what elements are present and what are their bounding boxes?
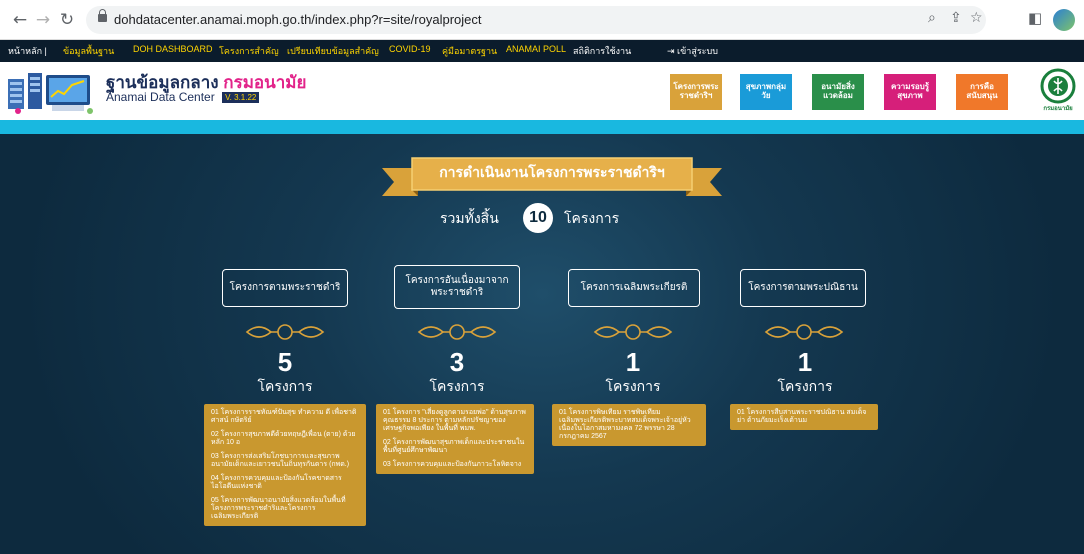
project-item[interactable]: 01 โครงการพิษเทียม ราชพิษเทียม เฉลิมพระเ… xyxy=(559,409,699,441)
header-button-age-health[interactable]: สุขภาพกลุ่มวัย xyxy=(740,74,792,110)
category-count: 1 xyxy=(797,347,813,377)
nav-item-covid19[interactable]: COVID-19 xyxy=(389,44,431,54)
category-title-box[interactable]: โครงการตามพระปณิธาน xyxy=(740,269,866,307)
header-button-royal-projects[interactable]: โครงการพระราชดำริฯ xyxy=(670,74,722,110)
nav-item-basic-data[interactable]: ข้อมูลพื้นฐาน xyxy=(63,44,114,58)
profile-avatar[interactable] xyxy=(1053,9,1075,31)
nav-item-anamai-poll[interactable]: ANAMAI POLL xyxy=(506,44,566,54)
site-header: ฐานข้อมูลกลาง กรมอนามัย Anamai Data Cent… xyxy=(0,62,1084,120)
category-count: 1 xyxy=(625,347,641,377)
address-bar[interactable]: dohdatacenter.anamai.moph.go.th/index.ph… xyxy=(86,6,986,34)
ornament-icon xyxy=(593,324,673,340)
site-subtitle-text: Anamai Data Center xyxy=(106,90,215,104)
site-subtitle: Anamai Data Center V. 3.1.22 xyxy=(106,90,260,104)
ornament-icon xyxy=(764,324,844,340)
category-royal-intention: โครงการตามพระปณิธาน 1 โครงการ 01 โครงการ… xyxy=(720,134,890,554)
category-unit: โครงการ xyxy=(429,378,485,394)
login-link[interactable]: ⇥ เข้าสู่ระบบ xyxy=(667,44,718,58)
url-text[interactable]: dohdatacenter.anamai.moph.go.th/index.ph… xyxy=(114,12,482,27)
nav-item-home[interactable]: หน้าหลัก | xyxy=(8,44,47,58)
category-unit: โครงการ xyxy=(605,378,661,394)
login-icon: ⇥ xyxy=(667,46,678,56)
project-item[interactable]: 01 โครงการสืบสานพระราชปณิธาน สมเด็จย่า ต… xyxy=(737,409,871,425)
project-list-panel: 01 โครงการ "เสี่ยงดูลูกตามรอยพ่อ" ด้านสุ… xyxy=(376,404,534,474)
category-count: 3 xyxy=(449,347,465,377)
forward-arrow-icon[interactable]: → xyxy=(33,10,53,30)
header-button-environment[interactable]: อนามัยสิ่งแวดล้อม xyxy=(812,74,864,110)
login-label: เข้าสู่ระบบ xyxy=(677,46,718,56)
ornament-icon xyxy=(245,324,325,340)
category-celebration: โครงการเฉลิมพระเกียรติ 1 โครงการ 01 โครง… xyxy=(548,134,718,554)
nav-item-standard-manual[interactable]: คู่มือมาตรฐาน xyxy=(442,44,497,58)
ornament-icon xyxy=(417,324,497,340)
royal-projects-section: การดำเนินงานโครงการพระราชดำริฯ รวมทั้งสิ… xyxy=(0,134,1084,554)
category-royal-related: โครงการอันเนื่องมาจากพระราชดำริ 3 โครงกา… xyxy=(372,134,542,554)
project-list-panel: 01 โครงการราชทัณฑ์ปันสุข ทำความ ดี เพื่อ… xyxy=(204,404,366,526)
project-list-panel: 01 โครงการพิษเทียม ราชพิษเทียม เฉลิมพระเ… xyxy=(552,404,706,446)
category-title-box[interactable]: โครงการตามพระราชดำริ xyxy=(222,269,348,307)
reload-icon[interactable]: ↻ xyxy=(57,10,77,30)
project-item[interactable]: 01 โครงการ "เสี่ยงดูลูกตามรอยพ่อ" ด้านสุ… xyxy=(383,409,527,433)
share-icon[interactable]: ⇪ xyxy=(950,10,962,26)
category-royal-initiative: โครงการตามพระราชดำริ 5 โครงการ 01 โครงกา… xyxy=(200,134,370,554)
nav-item-usage-stats[interactable]: สถิติการใช้งาน xyxy=(573,44,631,58)
nav-item-key-projects[interactable]: โครงการสำคัญ xyxy=(219,44,279,58)
nav-item-doh-dashboard[interactable]: DOH DASHBOARD xyxy=(133,44,213,54)
project-item[interactable]: 05 โครงการพัฒนาอนามัยสิ่งแวดล้อมในพื้นที… xyxy=(211,497,359,521)
header-button-support[interactable]: การคือสนับสนุน xyxy=(956,74,1008,110)
project-item[interactable]: 02 โครงการสุขภาพดีด้วยทฤษฎีเพื่อน (ตาย) … xyxy=(211,431,359,447)
category-title-box[interactable]: โครงการเฉลิมพระเกียรติ xyxy=(568,269,700,307)
bookmark-star-icon[interactable]: ☆ xyxy=(970,10,983,26)
project-item[interactable]: 03 โครงการส่งเสริมโภชนาการและสุขภาพอนามั… xyxy=(211,453,359,469)
category-unit: โครงการ xyxy=(777,378,833,394)
back-arrow-icon[interactable]: ← xyxy=(10,10,30,30)
category-count: 5 xyxy=(277,347,293,377)
project-item[interactable]: 04 โครงการควบคุมและป้องกันโรคขาดสารไอโอด… xyxy=(211,475,359,491)
department-logo-label: กรมอนามัย xyxy=(1043,104,1073,112)
project-item[interactable]: 03 โครงการควบคุมและป้องกันภาวะโลหิตจาง xyxy=(383,461,527,469)
project-list-panel: 01 โครงการสืบสานพระราชปณิธาน สมเด็จย่า ต… xyxy=(730,404,878,430)
data-center-illustration-icon xyxy=(8,73,93,114)
lock-icon[interactable] xyxy=(98,9,107,22)
sidebar-icon[interactable]: ◧ xyxy=(1028,9,1042,27)
project-item[interactable]: 02 โครงการพัฒนาสุขภาพเด็กและประชาชนในพื้… xyxy=(383,439,527,455)
header-button-health-literacy[interactable]: ความรอบรู้สุขภาพ xyxy=(884,74,936,110)
browser-toolbar: ← → ↻ dohdatacenter.anamai.moph.go.th/in… xyxy=(0,0,1084,40)
zoom-icon[interactable]: ⌕ xyxy=(928,10,936,26)
top-navigation: หน้าหลัก | ข้อมูลพื้นฐาน DOH DASHBOARD โ… xyxy=(0,40,1084,62)
category-unit: โครงการ xyxy=(257,378,313,394)
version-badge: V. 3.1.22 xyxy=(222,92,260,104)
project-item[interactable]: 01 โครงการราชทัณฑ์ปันสุข ทำความ ดี เพื่อ… xyxy=(211,409,359,425)
department-of-health-logo-icon[interactable]: กรมอนามัย xyxy=(1038,68,1078,114)
header-accent-band xyxy=(0,120,1084,134)
nav-item-compare-data[interactable]: เปรียบเทียบข้อมูลสำคัญ xyxy=(287,44,379,58)
category-title-box[interactable]: โครงการอันเนื่องมาจากพระราชดำริ xyxy=(394,265,520,309)
